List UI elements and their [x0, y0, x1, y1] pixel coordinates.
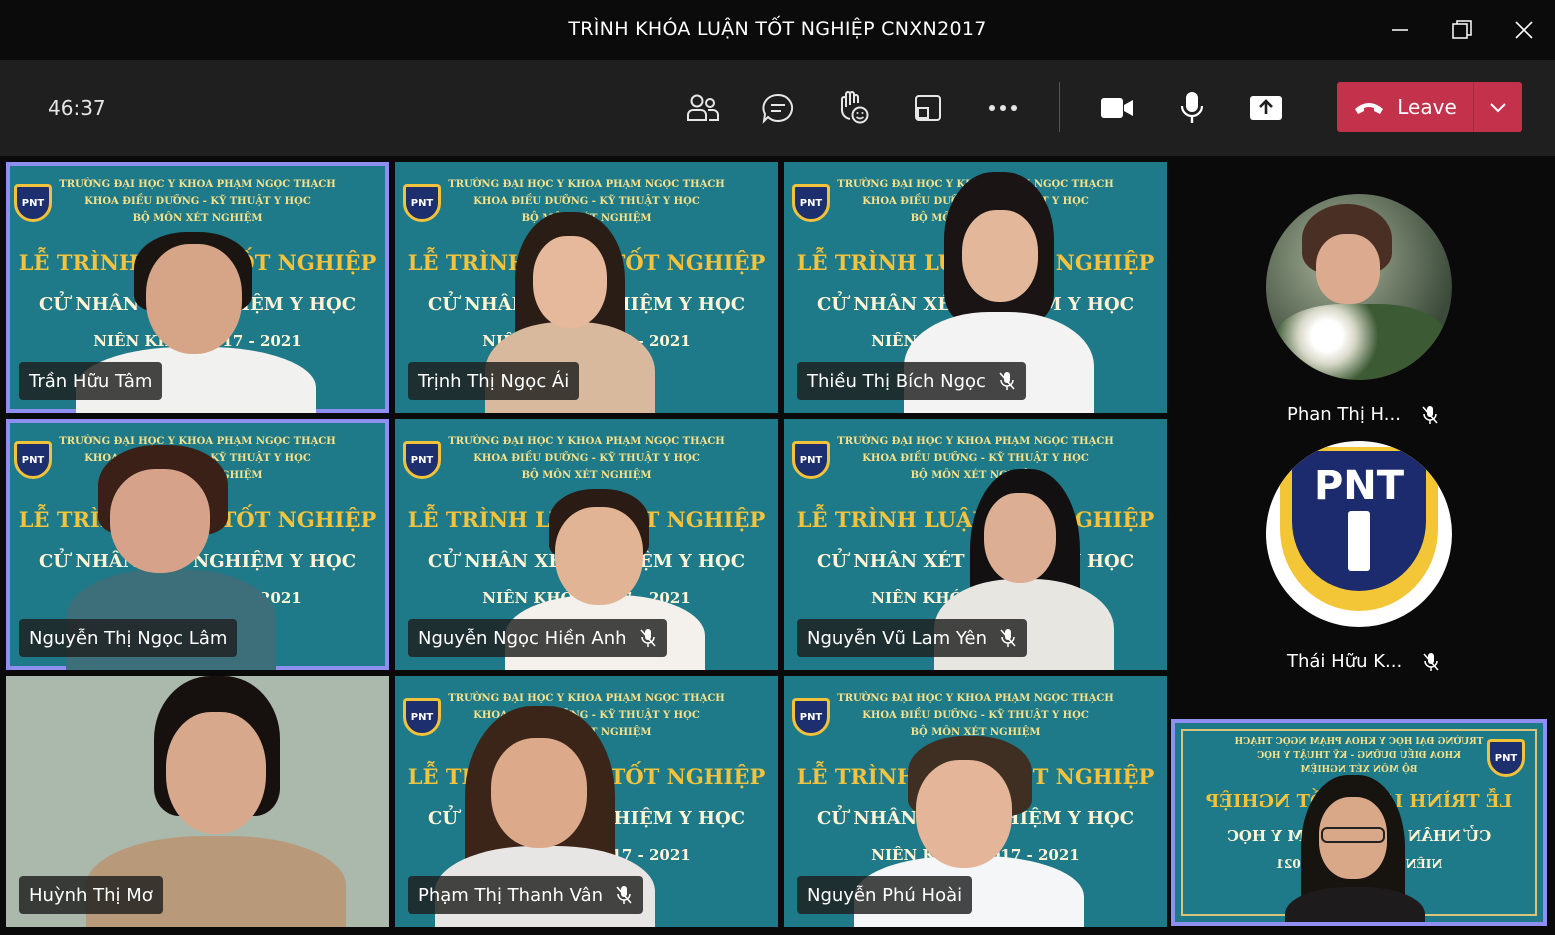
slide-line-1: TRƯỜNG ĐẠI HỌC Y KHOA PHẠM NGỌC THẠCH [448, 179, 725, 190]
meeting-title: TRÌNH KHÓA LUẬN TỐT NGHIỆP CNXN2017 [568, 18, 987, 40]
participant-name: Nguyễn Thị Ngọc Lâm [29, 627, 228, 649]
slide-line-3: BỘ MÔN XÉT NGHIỆM [910, 470, 1041, 481]
participant-name-label: Nguyễn Thị Ngọc Lâm [19, 619, 238, 657]
camera-icon[interactable] [1097, 88, 1137, 128]
participant-name: Phạm Thị Thanh Vân [418, 884, 604, 906]
share-screen-icon[interactable] [1246, 88, 1286, 128]
restore-icon[interactable] [1442, 12, 1482, 48]
participant-tile[interactable]: PNTTRƯỜNG ĐẠI HỌC Y KHOA PHẠM NGỌC THẠCH… [395, 676, 778, 927]
slide-line-1: TRƯỜNG ĐẠI HỌC Y KHOA PHẠM NGỌC THẠCH [837, 436, 1114, 447]
participant-name-label: Nguyễn Ngọc Hiền Anh [408, 619, 667, 657]
participant-name-label: Trịnh Thị Ngọc Ái [408, 362, 580, 400]
leave-button[interactable]: Leave [1337, 82, 1522, 132]
participant-name-label: Phạm Thị Thanh Vân [408, 876, 644, 914]
participant-avatar-logo[interactable]: PNT [1266, 441, 1452, 627]
participant-tile[interactable]: PNTTRƯỜNG ĐẠI HỌC Y KHOA PHẠM NGỌC THẠCH… [395, 162, 778, 413]
toolbar-divider [1059, 82, 1060, 132]
leave-label: Leave [1397, 95, 1457, 119]
slide-line-3: BỘ MÔN XÉT NGHIỆM [521, 470, 652, 481]
mic-off-icon [615, 885, 633, 905]
side-participant-label: Phan Thị H... [1287, 404, 1401, 425]
slide-header: TRƯỜNG ĐẠI HỌC Y KHOA PHẠM NGỌC THẠCH KHO… [784, 433, 1167, 484]
slide-header: TRƯỜNG ĐẠI HỌC Y KHOA PHẠM NGỌC THẠCH KHO… [395, 433, 778, 484]
chevron-down-icon [1490, 103, 1506, 113]
hang-up-icon [1355, 103, 1384, 114]
slide-line-2: KHOA ĐIỀU DƯỠNG - KỸ THUẬT Y HỌC [84, 196, 311, 207]
participant-name-label: Trần Hữu Tâm [19, 362, 163, 400]
participant-tile[interactable]: Huỳnh Thị Mơ [6, 676, 389, 927]
participant-name: Nguyễn Ngọc Hiền Anh [418, 627, 627, 649]
meeting-timer: 46:37 [48, 96, 106, 120]
video-stage: PNT TRƯỜNG ĐẠI HỌC Y KHOA PHẠM NGỌC THẠCH… [0, 156, 1555, 935]
participant-sidebar: Phan Thị H... PNT Thái Hữu K... [1171, 156, 1555, 716]
close-icon[interactable] [1504, 12, 1544, 48]
side-participant-name: Phan Thị H... [1287, 404, 1439, 425]
side-participant-name: Thái Hữu K... [1287, 651, 1440, 672]
more-options-icon[interactable] [983, 88, 1023, 128]
raise-hand-reactions-icon[interactable] [833, 88, 873, 128]
participant-name: Nguyễn Vũ Lam Yên [807, 627, 987, 649]
participant-name-label: Thiều Thị Bích Ngọc [797, 362, 1026, 400]
slide-header: TRƯỜNG ĐẠI HỌC Y KHOA PHẠM NGỌC THẠCH KHO… [6, 176, 389, 227]
mic-off-icon [1421, 405, 1439, 425]
participant-name: Trịnh Thị Ngọc Ái [418, 370, 570, 392]
rooms-icon[interactable] [908, 88, 948, 128]
slide-line-1: TRƯỜNG ĐẠI HỌC Y KHOA PHẠM NGỌC THẠCH [448, 693, 725, 704]
participant-tile[interactable]: PNTTRƯỜNG ĐẠI HỌC Y KHOA PHẠM NGỌC THẠCH… [784, 419, 1167, 670]
mic-off-icon [998, 371, 1016, 391]
slide-line-1: TRƯỜNG ĐẠI HỌC Y KHOA PHẠM NGỌC THẠCH [59, 179, 336, 190]
participant-name-label: Huỳnh Thị Mơ [19, 876, 163, 914]
side-participant-label: Thái Hữu K... [1287, 651, 1403, 672]
mic-off-icon [999, 628, 1017, 648]
participant-tile[interactable]: PNTTRƯỜNG ĐẠI HỌC Y KHOA PHẠM NGỌC THẠCH… [784, 162, 1167, 413]
participant-name-label: Nguyễn Phú Hoài [797, 876, 973, 914]
participant-avatar-photo[interactable] [1266, 194, 1452, 380]
people-icon[interactable] [683, 88, 723, 128]
title-bar: TRÌNH KHÓA LUẬN TỐT NGHIỆP CNXN2017 [0, 0, 1555, 60]
leave-main-button[interactable]: Leave [1337, 82, 1473, 132]
slide-line-2: KHOA ĐIỀU DƯỠNG - KỸ THUẬT Y HỌC [473, 196, 700, 207]
leave-dropdown[interactable] [1474, 82, 1522, 132]
participant-name: Thiều Thị Bích Ngọc [807, 370, 986, 392]
participant-tile[interactable]: PNTTRƯỜNG ĐẠI HỌC Y KHOA PHẠM NGỌC THẠCH… [395, 419, 778, 670]
minimize-icon[interactable] [1380, 12, 1420, 48]
slide-line-2: KHOA ĐIỀU DƯỠNG - KỸ THUẬT Y HỌC [862, 453, 1089, 464]
mic-off-icon [639, 628, 657, 648]
participant-name: Nguyễn Phú Hoài [807, 884, 963, 906]
participant-tile[interactable]: PNTTRƯỜNG ĐẠI HỌC Y KHOA PHẠM NGỌC THẠCH… [784, 676, 1167, 927]
microphone-icon[interactable] [1172, 88, 1212, 128]
slide-line-2: KHOA ĐIỀU DƯỠNG - KỸ THUẬT Y HỌC [473, 453, 700, 464]
chat-icon[interactable] [758, 88, 798, 128]
slide-line-1: TRƯỜNG ĐẠI HỌC Y KHOA PHẠM NGỌC THẠCH [837, 693, 1114, 704]
slide-header: TRƯỜNG ĐẠI HỌC Y KHOA PHẠM NGỌC THẠCH KH… [1175, 735, 1543, 777]
mic-off-icon [1422, 652, 1440, 672]
participant-name-label: Nguyễn Vũ Lam Yên [797, 619, 1027, 657]
slide-line-2: KHOA ĐIỀU DƯỠNG - KỸ THUẬT Y HỌC [862, 710, 1089, 721]
slide-header: TRƯỜNG ĐẠI HỌC Y KHOA PHẠM NGỌC THẠCH KHO… [784, 690, 1167, 741]
slide-line-2: KHOA ĐIỀU DƯỠNG - KỸ THUẬT Y HỌC [473, 710, 700, 721]
slide-line-2: KHOA ĐIỀU DƯỠNG - KỸ THUẬT Y HỌC [1257, 751, 1461, 761]
participant-tile[interactable]: PNTTRƯỜNG ĐẠI HỌC Y KHOA PHẠM NGỌC THẠCH… [6, 419, 389, 670]
slide-line-3: BỘ MÔN XÉT NGHIỆM [132, 213, 263, 224]
participant-name: Trần Hữu Tâm [29, 370, 153, 392]
slide-line-1: TRƯỜNG ĐẠI HỌC Y KHOA PHẠM NGỌC THẠCH [448, 436, 725, 447]
participant-name: Huỳnh Thị Mơ [29, 884, 153, 906]
pnt-logo-text: PNT [1313, 463, 1405, 509]
meeting-toolbar: 46:37 Leave [0, 60, 1555, 156]
participant-tile[interactable]: PNTTRƯỜNG ĐẠI HỌC Y KHOA PHẠM NGỌC THẠCH… [6, 162, 389, 413]
shared-content-tile[interactable]: PNT TRƯỜNG ĐẠI HỌC Y KHOA PHẠM NGỌC THẠC… [1171, 719, 1547, 926]
slide-line-1: TRƯỜNG ĐẠI HỌC Y KHOA PHẠM NGỌC THẠCH [59, 436, 336, 447]
slide-line-1: TRƯỜNG ĐẠI HỌC Y KHOA PHẠM NGỌC THẠCH [1234, 737, 1484, 747]
